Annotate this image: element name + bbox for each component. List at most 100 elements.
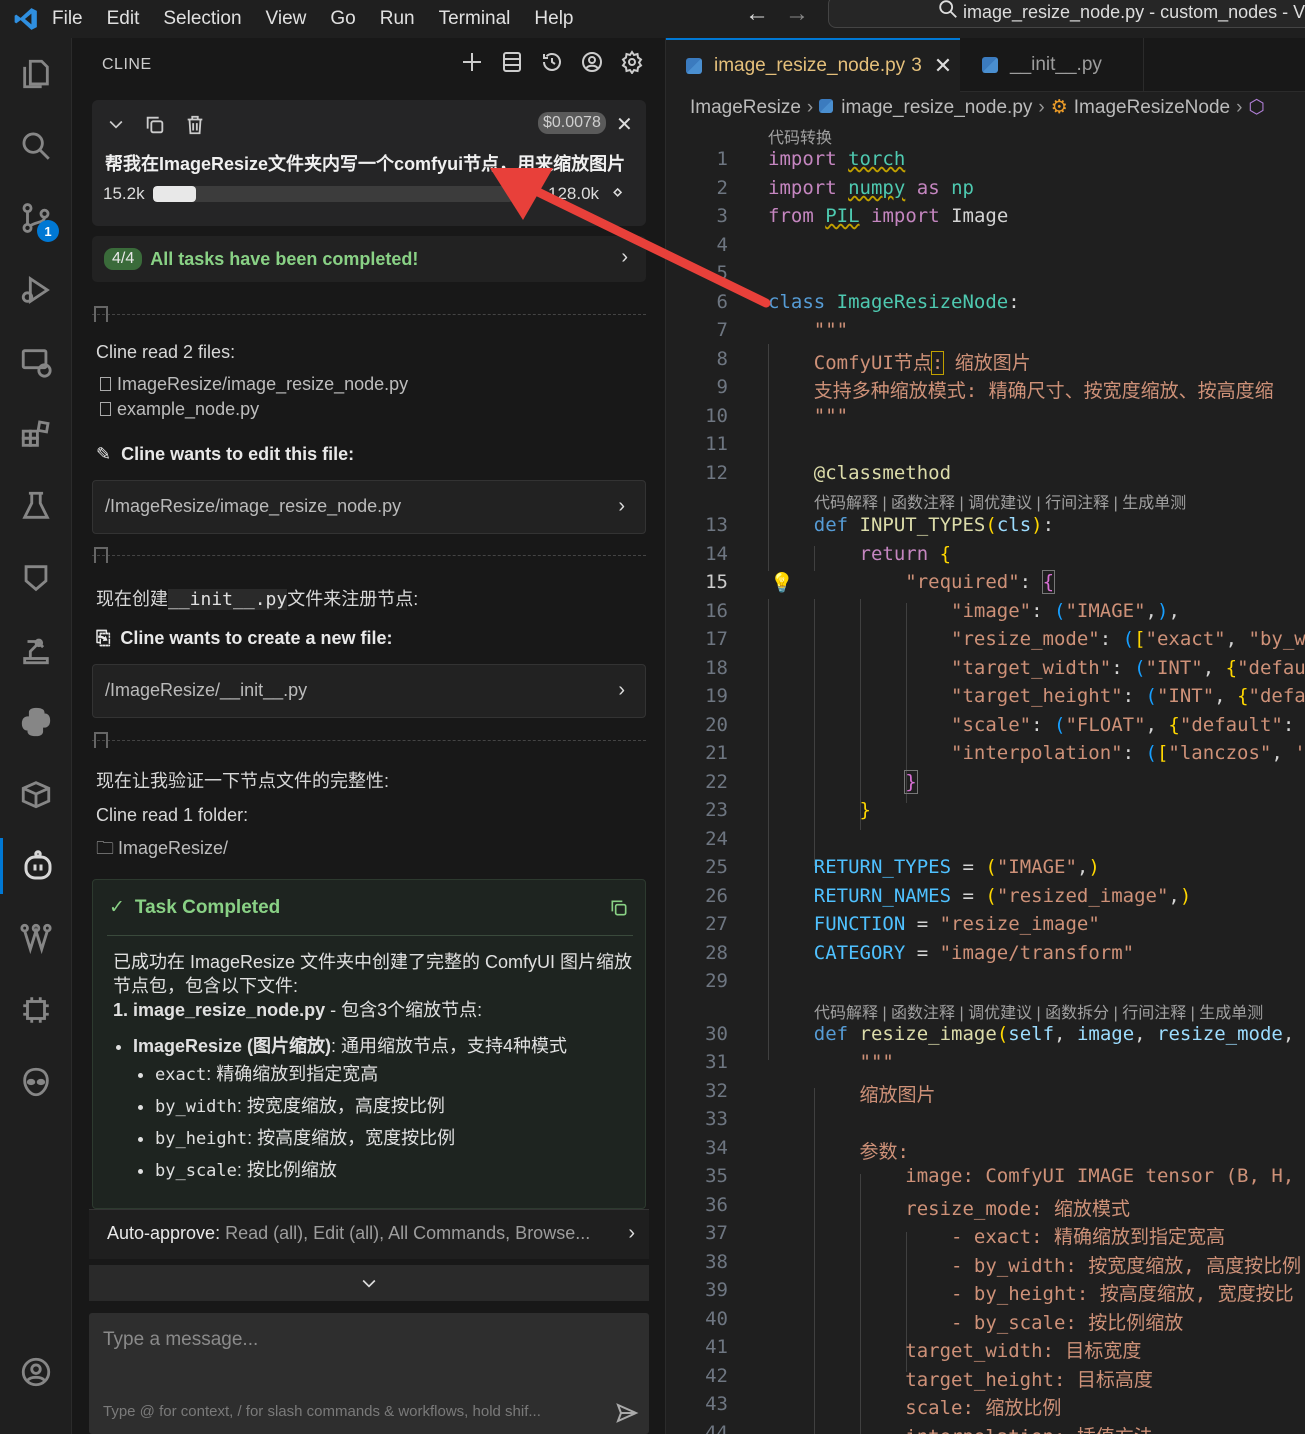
testing-icon[interactable] (0, 478, 72, 534)
code-line: 17 "resize_mode": (["exact", "by_w (666, 628, 1305, 656)
forward-arrow-icon[interactable]: → (785, 0, 809, 28)
code-line: 2 import numpy as np (666, 177, 1305, 205)
chip-icon[interactable] (0, 982, 72, 1038)
menu-file[interactable]: File (52, 8, 83, 30)
alien-icon[interactable] (0, 1054, 72, 1110)
read-folder-item[interactable]: 🗀 ImageResize/ (96, 836, 228, 866)
scroll-down-button[interactable] (89, 1265, 649, 1301)
compress-context-icon[interactable]: ⋄ (612, 182, 623, 203)
completed-title: Task Completed (134, 897, 281, 918)
chat-input-placeholder: Type a message... (103, 1329, 259, 1350)
explorer-icon[interactable] (0, 46, 72, 102)
divider (107, 935, 633, 936)
breadcrumb-symbol[interactable]: ImageResizeNode (1074, 97, 1230, 118)
chevron-right-icon: › (618, 679, 625, 701)
new-task-icon[interactable] (460, 50, 484, 74)
checkpoint-bookmark-icon[interactable] (94, 547, 108, 563)
menu-edit[interactable]: Edit (107, 8, 140, 30)
bookmark-shield-icon[interactable] (0, 550, 72, 606)
cline-bot-icon[interactable] (0, 838, 72, 894)
extensions-icon[interactable] (0, 406, 72, 462)
history-icon[interactable] (540, 50, 564, 74)
command-center[interactable]: image_resize_node.py - custom_nodes - Vi (828, 0, 1305, 28)
divider (92, 314, 646, 315)
copy-icon[interactable] (609, 898, 629, 918)
breadcrumb-folder[interactable]: ImageResize (690, 97, 801, 118)
menu-help[interactable]: Help (534, 8, 573, 30)
code-line-current: 15 💡 "required": { (666, 570, 1305, 599)
create-file-row[interactable]: /ImageResize/__init__.py › (92, 664, 646, 718)
run-debug-icon[interactable] (0, 262, 72, 318)
chevron-down-icon[interactable] (106, 114, 126, 134)
account-circle-icon[interactable] (580, 50, 604, 74)
checkmark-icon: ✓ (109, 897, 125, 918)
message-text: 文件来注册节点: (287, 589, 419, 609)
menu-run[interactable]: Run (380, 8, 415, 30)
package-box-icon[interactable] (0, 766, 72, 822)
breadcrumb-separator: › (806, 97, 814, 118)
send-icon[interactable] (615, 1401, 639, 1425)
remote-explorer-icon[interactable] (0, 334, 72, 390)
code-view[interactable]: 代码转换 1 import torch 2 import numpy as np 3… (666, 122, 1305, 1434)
auto-approve-bar[interactable]: Auto-approve: Read (all), Edit (all), Al… (89, 1209, 649, 1259)
panel-title: CLINE (102, 56, 152, 73)
line-number: 20 (705, 714, 728, 736)
python-icon[interactable] (0, 694, 72, 750)
robot-arm-icon[interactable] (0, 622, 72, 678)
method-symbol-icon: ⬡ (1248, 97, 1266, 118)
close-task-icon[interactable]: ✕ (616, 112, 633, 137)
read-file-item[interactable]: ImageResize/image_resize_node.py (100, 374, 408, 395)
back-arrow-icon[interactable]: ← (745, 0, 769, 28)
menu-selection[interactable]: Selection (163, 8, 241, 30)
menu-terminal[interactable]: Terminal (439, 8, 511, 30)
edit-file-row[interactable]: /ImageResize/image_resize_node.py › (92, 480, 646, 534)
read-file-item[interactable]: example_node.py (100, 399, 259, 420)
task-completed-card: ✓ Task Completed 已成功在 ImageResize 文件夹中创建了… (92, 879, 646, 1209)
menu-view[interactable]: View (266, 8, 307, 30)
code-line: 36 resize_mode: 缩放模式 (666, 1194, 1305, 1222)
breadcrumb-file[interactable]: image_resize_node.py (841, 97, 1032, 118)
settings-gear-icon[interactable] (620, 50, 644, 74)
context-tokens-max: 128.0k (548, 184, 600, 203)
line-number: 2 (716, 177, 728, 199)
line-number: 4 (716, 234, 728, 256)
codelens[interactable]: 代码解释 | 函数注释 | 调优建议 | 函数拆分 | 行间注释 | 生成单测 (814, 999, 1263, 1023)
code-line: 27 FUNCTION = "resize_image" (666, 913, 1305, 941)
menu-go[interactable]: Go (330, 8, 355, 30)
line-number: 42 (705, 1365, 728, 1387)
todo-summary[interactable]: 4/4 All tasks have been completed! › (92, 236, 646, 282)
code-line: 37 - exact: 精确缩放到指定宽高 (666, 1222, 1305, 1250)
checkpoint-bookmark-icon[interactable] (94, 732, 108, 748)
line-number: 37 (705, 1222, 728, 1244)
file-path: example_node.py (117, 399, 260, 419)
context-window-bar (153, 186, 513, 202)
line-number: 21 (705, 742, 728, 764)
chevron-right-icon: › (621, 246, 628, 268)
search-icon[interactable] (0, 118, 72, 174)
tab-init[interactable]: __init__.py (962, 38, 1144, 92)
summary-intro: 已成功在 ImageResize 文件夹中创建了完整的 ComfyUI 图片缩放… (113, 952, 633, 996)
checkpoint-bookmark-icon[interactable] (94, 306, 108, 322)
codelens[interactable]: 代码解释 | 函数注释 | 调优建议 | 行间注释 | 生成单测 (814, 489, 1186, 513)
trash-icon[interactable] (184, 114, 206, 136)
code-line: 31 """ (666, 1051, 1305, 1079)
chevron-down-icon (362, 1279, 376, 1288)
account-icon[interactable] (0, 1344, 72, 1400)
code-line: 3 from PIL import Image (666, 205, 1305, 233)
codelens[interactable]: 代码转换 (768, 124, 832, 148)
tab-image-resize-node[interactable]: image_resize_node.py 3 ✕ (666, 38, 960, 92)
code-line: 16 "image": ("IMAGE",), (666, 600, 1305, 628)
copy-icon[interactable] (144, 114, 166, 136)
close-tab-icon[interactable]: ✕ (934, 53, 952, 79)
mode-code: by_width (155, 1097, 237, 1117)
chat-input[interactable]: Type a message... Type @ for context, / … (89, 1313, 649, 1434)
line-number: 8 (716, 348, 728, 370)
git-graph-icon[interactable] (0, 910, 72, 966)
mcp-servers-icon[interactable] (500, 50, 524, 74)
line-number: 30 (705, 1023, 728, 1045)
source-control-icon[interactable]: 1 (0, 190, 72, 246)
code-line: 6 class ImageResizeNode: (666, 291, 1305, 319)
line-number: 40 (705, 1308, 728, 1330)
line-number: 31 (705, 1051, 728, 1073)
line-number: 7 (716, 319, 728, 341)
